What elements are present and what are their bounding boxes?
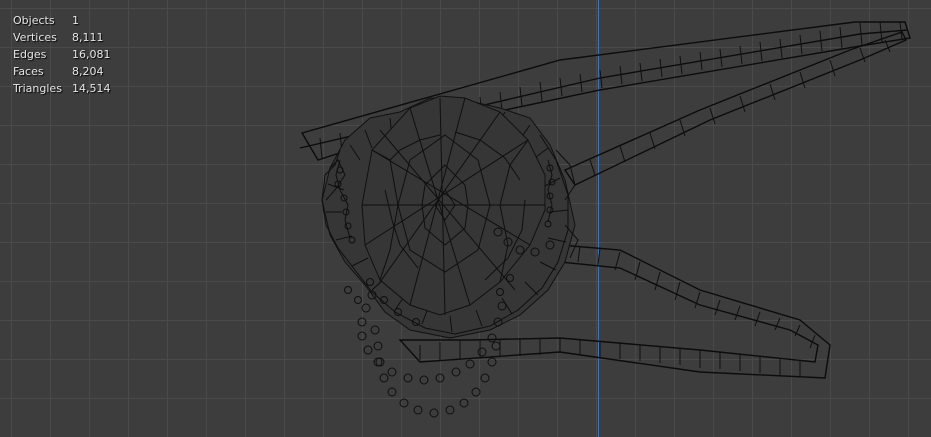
- stat-value: 16,081: [72, 48, 111, 61]
- statistics-overlay: Objects 1 Vertices 8,111 Edges 16,081 Fa…: [13, 12, 111, 97]
- stat-label: Faces: [13, 65, 44, 78]
- eyepatch-wireframe-mesh[interactable]: [0, 0, 931, 437]
- stat-vertices: Vertices 8,111: [13, 29, 111, 46]
- stat-value: 1: [72, 14, 79, 27]
- stat-label: Objects: [13, 14, 55, 27]
- stat-triangles: Triangles 14,514: [13, 80, 111, 97]
- stat-objects: Objects 1: [13, 12, 111, 29]
- stat-value: 8,204: [72, 65, 104, 78]
- stat-value: 8,111: [72, 31, 104, 44]
- 3d-viewport[interactable]: Objects 1 Vertices 8,111 Edges 16,081 Fa…: [0, 0, 931, 437]
- stat-faces: Faces 8,204: [13, 63, 111, 80]
- stat-label: Edges: [13, 48, 47, 61]
- stat-label: Vertices: [13, 31, 57, 44]
- stat-edges: Edges 16,081: [13, 46, 111, 63]
- stat-label: Triangles: [13, 82, 62, 95]
- stat-value: 14,514: [72, 82, 111, 95]
